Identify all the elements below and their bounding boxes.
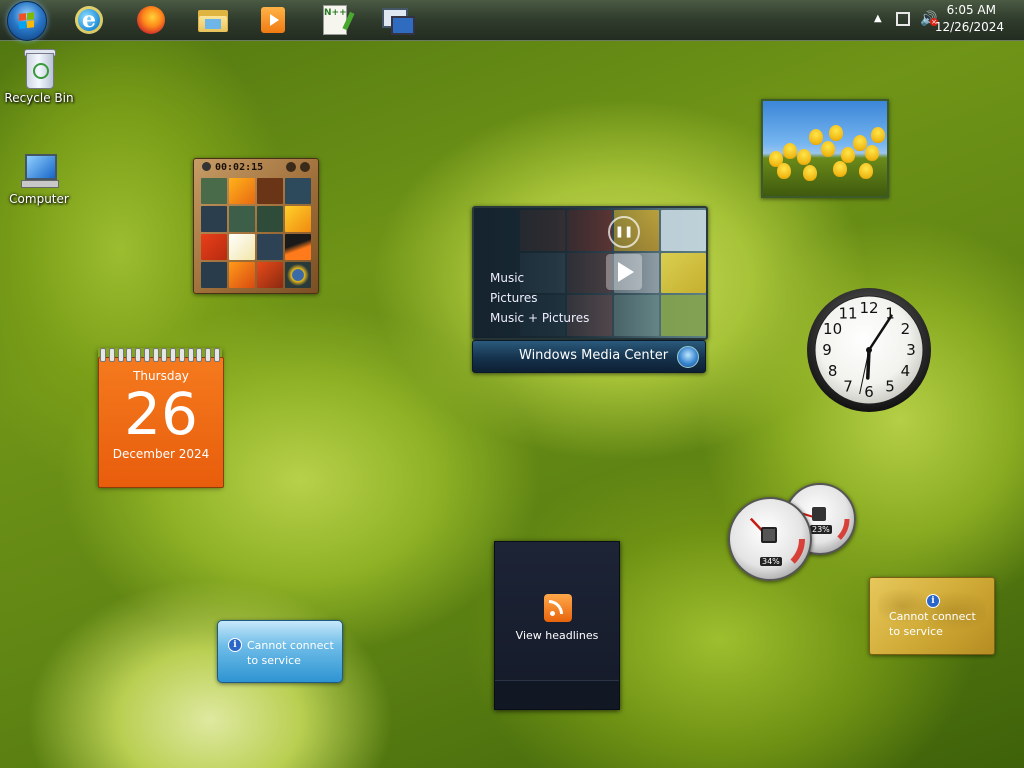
clock-numeral: 5	[885, 377, 895, 395]
tray-date[interactable]: 12/26/2024	[935, 20, 1004, 34]
internet-explorer-icon: e	[75, 6, 103, 34]
currency-error-message: Cannot connect to service	[889, 609, 976, 639]
feed-headlines-gadget[interactable]: View headlines	[494, 541, 620, 710]
calendar-day: 26	[124, 380, 198, 448]
clock-numeral: 4	[901, 362, 911, 380]
notepad-plus-plus-icon: N++	[323, 5, 347, 35]
rss-feed-icon	[544, 594, 572, 622]
memory-percent: 23%	[810, 525, 832, 534]
taskbar-remote-desktop[interactable]	[377, 2, 417, 38]
puzzle-tile[interactable]	[285, 178, 311, 204]
desktop-icon-label: Computer	[9, 192, 69, 206]
clock-numeral: 7	[843, 377, 853, 395]
calendar-rings	[100, 348, 220, 362]
calendar-gadget[interactable]: Thursday 26 December 2024	[98, 348, 224, 488]
puzzle-tile[interactable]	[201, 178, 227, 204]
view-headlines-link[interactable]: View headlines	[495, 629, 619, 642]
puzzle-tile[interactable]	[257, 206, 283, 232]
network-icon[interactable]	[896, 12, 910, 26]
puzzle-tile[interactable]	[201, 262, 227, 288]
computer-icon	[21, 154, 59, 188]
show-hidden-icons-icon[interactable]: ▲	[874, 13, 882, 24]
info-icon: i	[926, 594, 940, 608]
puzzle-tile[interactable]	[285, 206, 311, 232]
taskbar-notepad-plus-plus[interactable]: N++	[315, 2, 355, 38]
cpu-percent: 34%	[760, 557, 782, 566]
clock-numeral: 11	[838, 305, 857, 323]
start-button[interactable]	[7, 1, 47, 41]
puzzle-tile[interactable]	[285, 262, 311, 288]
clock-numeral: 9	[822, 341, 832, 359]
puzzle-pause-icon[interactable]	[300, 162, 310, 172]
taskbar-internet-explorer[interactable]: e	[69, 2, 109, 38]
desktop-icon-recycle-bin[interactable]: Recycle Bin	[1, 47, 77, 105]
puzzle-grid[interactable]	[201, 178, 311, 288]
clock-numeral: 10	[823, 320, 842, 338]
feed-footer	[495, 680, 619, 709]
weather-gadget[interactable]: i Cannot connect to service	[217, 620, 343, 683]
recycle-bin-icon	[24, 47, 56, 89]
puzzle-timer: 00:02:15	[202, 162, 263, 173]
puzzle-help-icon[interactable]	[286, 162, 296, 172]
desktop-icon-computer[interactable]: Computer	[1, 154, 77, 206]
puzzle-tile[interactable]	[257, 178, 283, 204]
windows-logo-icon	[677, 346, 699, 368]
cpu-chip-icon	[761, 527, 777, 543]
clock-gadget[interactable]: 1 2 3 4 5 6 7 8 9 10 11 12	[806, 287, 932, 413]
puzzle-tile[interactable]	[257, 262, 283, 288]
weather-error-line2: to service	[247, 654, 301, 667]
puzzle-tile[interactable]	[229, 178, 255, 204]
taskbar-firefox[interactable]	[131, 2, 171, 38]
currency-error-line1: Cannot connect	[889, 610, 976, 623]
cpu-dial: 34%	[728, 497, 812, 581]
clock-numeral: 6	[864, 383, 874, 401]
currency-error-line2: to service	[889, 625, 943, 638]
media-center-item-music[interactable]: Music	[490, 271, 524, 285]
currency-gadget[interactable]: i Cannot connect to service	[869, 577, 995, 655]
play-icon[interactable]	[606, 254, 642, 290]
taskbar-windows-explorer[interactable]	[193, 2, 233, 38]
tray-time[interactable]: 6:05 AM	[947, 3, 996, 17]
firefox-icon	[137, 6, 165, 34]
info-icon: i	[228, 638, 242, 652]
puzzle-tile[interactable]	[257, 234, 283, 260]
weather-error-message: Cannot connect to service	[247, 638, 334, 668]
media-center-item-music-pictures[interactable]: Music + Pictures	[490, 311, 589, 325]
taskbar: e N++ ▲ 🔊 × 6:05 AM 12/26/2024	[0, 0, 1024, 41]
puzzle-tile[interactable]	[285, 234, 311, 260]
picture-puzzle-gadget[interactable]: 00:02:15	[193, 158, 319, 294]
puzzle-tile[interactable]	[229, 262, 255, 288]
clock-numeral: 2	[901, 320, 911, 338]
media-center-item-pictures[interactable]: Pictures	[490, 291, 538, 305]
media-player-icon	[261, 7, 285, 33]
pause-icon[interactable]: ❚❚	[608, 216, 640, 248]
clock-face: 1234567891011 12	[807, 288, 931, 412]
media-center-title: Windows Media Center	[519, 348, 669, 363]
calendar-page[interactable]: Thursday 26 December 2024	[98, 357, 224, 488]
windows-logo-icon	[19, 12, 35, 30]
media-center-launch-bar[interactable]: Windows Media Center	[472, 340, 706, 373]
desktop-icon-label: Recycle Bin	[4, 91, 74, 105]
weather-error-line1: Cannot connect	[247, 639, 334, 652]
puzzle-tile[interactable]	[201, 234, 227, 260]
puzzle-tile[interactable]	[201, 206, 227, 232]
system-tray: ▲ 🔊 × 6:05 AM 12/26/2024	[864, 0, 1024, 40]
slideshow-gadget[interactable]	[761, 99, 889, 198]
clock-numeral: 12	[859, 299, 878, 317]
memory-chip-icon	[812, 507, 826, 521]
calendar-month-year: December 2024	[112, 447, 210, 461]
cpu-meter-gadget[interactable]: 23% 34%	[728, 483, 856, 581]
puzzle-tile[interactable]	[229, 206, 255, 232]
puzzle-tile[interactable]	[229, 234, 255, 260]
folder-icon	[198, 8, 228, 32]
taskbar-windows-media-player[interactable]	[253, 2, 293, 38]
clock-numeral: 3	[906, 341, 916, 359]
remote-desktop-icon	[382, 6, 415, 35]
clock-numeral: 8	[828, 362, 838, 380]
media-center-gadget[interactable]: ❚❚ Music Pictures Music + Pictures	[472, 206, 708, 340]
